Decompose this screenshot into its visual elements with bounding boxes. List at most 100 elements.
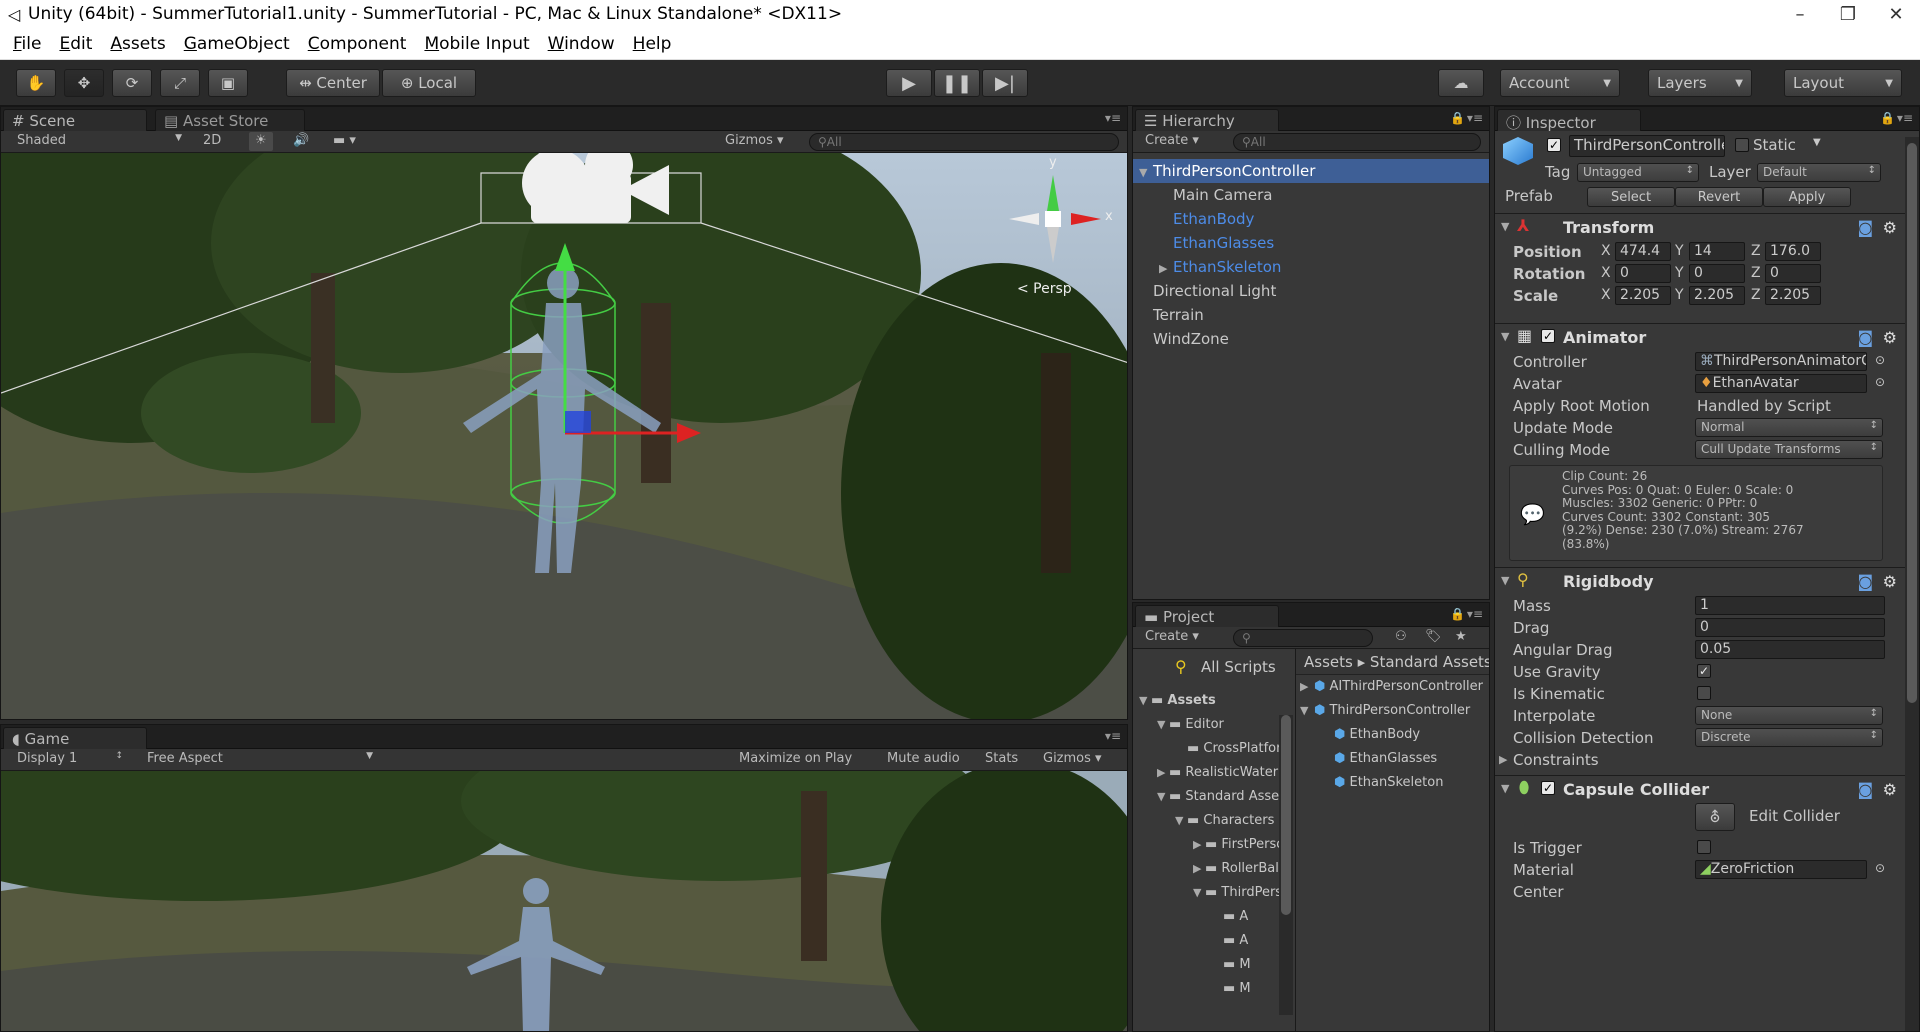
- help-icon[interactable]: ◙: [1857, 218, 1873, 237]
- breadcrumb-standard-assets[interactable]: Standard Assets: [1370, 653, 1489, 671]
- hierarchy-item[interactable]: Directional Light: [1133, 279, 1489, 303]
- culling-mode-dropdown[interactable]: Cull Update Transforms: [1695, 440, 1883, 459]
- foldout-icon[interactable]: ▼: [1139, 161, 1153, 185]
- static-checkbox[interactable]: [1735, 138, 1749, 152]
- object-picker-icon[interactable]: ⊙: [1875, 861, 1885, 875]
- panel-menu-icon[interactable]: ▾≡: [1105, 111, 1121, 125]
- project-folder-item[interactable]: ▼ ▬ Editor: [1133, 713, 1293, 737]
- step-button[interactable]: ▶|: [982, 69, 1028, 97]
- project-folder-item[interactable]: ▬ A: [1133, 905, 1293, 929]
- chevron-down-icon[interactable]: ▼: [1813, 137, 1821, 148]
- mass-field[interactable]: 1: [1695, 596, 1885, 615]
- foldout-icon[interactable]: ▶: [1193, 833, 1205, 857]
- maximize-on-play-toggle[interactable]: Maximize on Play: [733, 750, 858, 769]
- gear-icon[interactable]: ⚙: [1883, 328, 1897, 347]
- foldout-icon[interactable]: ▼: [1175, 809, 1187, 833]
- project-file-item[interactable]: ▶ ⬢ AIThirdPersonController: [1296, 675, 1489, 699]
- foldout-icon[interactable]: ▼: [1501, 220, 1513, 233]
- foldout-icon[interactable]: ▶: [1499, 753, 1511, 766]
- move-tool-icon[interactable]: ✥: [64, 69, 104, 97]
- foldout-icon[interactable]: ▼: [1300, 699, 1314, 723]
- hierarchy-item[interactable]: ▼ ThirdPersonController: [1133, 159, 1489, 183]
- project-file-item[interactable]: ⬢ EthanSkeleton: [1296, 771, 1489, 795]
- rotate-tool-icon[interactable]: ⟳: [112, 69, 152, 97]
- gear-icon[interactable]: ⚙: [1883, 218, 1897, 237]
- foldout-icon[interactable]: ▼: [1501, 574, 1513, 587]
- project-folder-item[interactable]: ▶ ▬ FirstPerson: [1133, 833, 1293, 857]
- folder-pane-scrollbar[interactable]: [1279, 715, 1293, 1015]
- collision-detection-dropdown[interactable]: Discrete: [1695, 728, 1883, 747]
- transform-z-field[interactable]: 176.0: [1765, 242, 1821, 261]
- material-field[interactable]: ◢ZeroFriction: [1695, 860, 1867, 879]
- lock-icon[interactable]: 🔒: [1450, 111, 1465, 125]
- controller-field[interactable]: ⌘ThirdPersonAnimatorController: [1695, 352, 1867, 371]
- favorite-star-icon[interactable]: ★: [1449, 628, 1473, 647]
- object-name-field[interactable]: ThirdPersonController: [1569, 135, 1725, 157]
- tab-asset-store[interactable]: ▤ Asset Store: [155, 109, 305, 131]
- foldout-icon[interactable]: ▼: [1157, 785, 1169, 809]
- help-icon[interactable]: ◙: [1857, 780, 1873, 799]
- tab-scene[interactable]: # Scene: [3, 109, 147, 131]
- maximize-button[interactable]: ❐: [1824, 4, 1872, 25]
- avatar-field[interactable]: ♦EthanAvatar: [1695, 374, 1867, 393]
- foldout-icon[interactable]: ▼: [1501, 330, 1513, 343]
- object-picker-icon[interactable]: ⊙: [1875, 353, 1885, 367]
- gizmos-dropdown[interactable]: Gizmos ▾: [719, 132, 790, 151]
- is-trigger-checkbox[interactable]: [1697, 840, 1711, 854]
- hierarchy-item[interactable]: ▶ EthanSkeleton: [1133, 255, 1489, 279]
- hierarchy-create-dropdown[interactable]: Create ▾: [1139, 132, 1205, 151]
- menu-help[interactable]: Help: [624, 34, 681, 54]
- project-folder-item[interactable]: ▼ ▬ Assets: [1133, 689, 1293, 713]
- foldout-icon[interactable]: ▶: [1193, 857, 1205, 881]
- project-create-dropdown[interactable]: Create ▾: [1139, 628, 1205, 647]
- foldout-icon[interactable]: ▼: [1139, 689, 1151, 713]
- prefab-select-button[interactable]: Select: [1587, 187, 1675, 207]
- menu-file[interactable]: File: [4, 34, 50, 54]
- tab-hierarchy[interactable]: ☰ Hierarchy: [1135, 109, 1279, 131]
- foldout-icon[interactable]: ▶: [1159, 257, 1173, 281]
- scene-viewport[interactable]: y x < Persp: [1, 153, 1127, 719]
- project-folder-item[interactable]: ▼ ▬ Standard Assets: [1133, 785, 1293, 809]
- foldout-icon[interactable]: ▶: [1300, 675, 1314, 699]
- collider-enabled-checkbox[interactable]: ✓: [1541, 781, 1555, 795]
- menu-assets[interactable]: Assets: [101, 34, 174, 54]
- transform-y-field[interactable]: 0: [1689, 264, 1745, 283]
- capsule-collider-header[interactable]: ▼ ⬮ ✓ Capsule Collider ◙ ⚙: [1495, 775, 1905, 801]
- animator-enabled-checkbox[interactable]: ✓: [1541, 329, 1555, 343]
- is-kinematic-checkbox[interactable]: [1697, 686, 1711, 700]
- update-mode-dropdown[interactable]: Normal: [1695, 418, 1883, 437]
- project-folder-item[interactable]: ▶ ▬ RollerBall: [1133, 857, 1293, 881]
- menu-gameobject[interactable]: GameObject: [175, 34, 299, 54]
- project-folder-item[interactable]: ▬ M: [1133, 977, 1293, 1001]
- interpolate-dropdown[interactable]: None: [1695, 706, 1883, 725]
- transform-x-field[interactable]: 2.205: [1615, 286, 1671, 305]
- inspector-scrollbar[interactable]: [1905, 137, 1919, 1031]
- scale-tool-icon[interactable]: ⤢: [160, 69, 200, 97]
- animator-header[interactable]: ▼ ▦ ✓ Animator ◙ ⚙: [1495, 323, 1905, 349]
- audio-icon[interactable]: 🔊: [287, 132, 315, 151]
- menu-mobile-input[interactable]: Mobile Input: [415, 34, 538, 54]
- filter-label-icon[interactable]: 🏷: [1419, 628, 1448, 647]
- project-file-item[interactable]: ⬢ EthanBody: [1296, 723, 1489, 747]
- angular-drag-field[interactable]: 0.05: [1695, 640, 1885, 659]
- hierarchy-item[interactable]: Main Camera: [1133, 183, 1489, 207]
- hierarchy-item[interactable]: Terrain: [1133, 303, 1489, 327]
- hierarchy-item[interactable]: WindZone: [1133, 327, 1489, 351]
- edit-collider-button[interactable]: ⛢: [1695, 803, 1735, 831]
- persp-label[interactable]: < Persp: [1017, 281, 1072, 297]
- layer-dropdown[interactable]: Default: [1757, 163, 1881, 182]
- menu-component[interactable]: Component: [299, 34, 416, 54]
- hierarchy-search-input[interactable]: ⚲All: [1233, 133, 1481, 151]
- gear-icon[interactable]: ⚙: [1883, 780, 1897, 799]
- active-checkbox[interactable]: ✓: [1547, 138, 1561, 152]
- project-folder-item[interactable]: ▶ ▬ RealisticWater: [1133, 761, 1293, 785]
- foldout-icon[interactable]: ▶: [1157, 761, 1169, 785]
- project-folder-item[interactable]: ▼ ▬ Characters: [1133, 809, 1293, 833]
- foldout-icon[interactable]: ▼: [1157, 713, 1169, 737]
- toggle-2d-button[interactable]: 2D: [197, 132, 227, 151]
- lighting-icon[interactable]: ☀: [249, 132, 273, 151]
- tab-inspector[interactable]: ⓘ Inspector: [1497, 109, 1641, 132]
- prefab-apply-button[interactable]: Apply: [1763, 187, 1851, 207]
- effects-icon[interactable]: ▬ ▾: [327, 132, 362, 151]
- account-dropdown[interactable]: Account ▼: [1500, 69, 1620, 97]
